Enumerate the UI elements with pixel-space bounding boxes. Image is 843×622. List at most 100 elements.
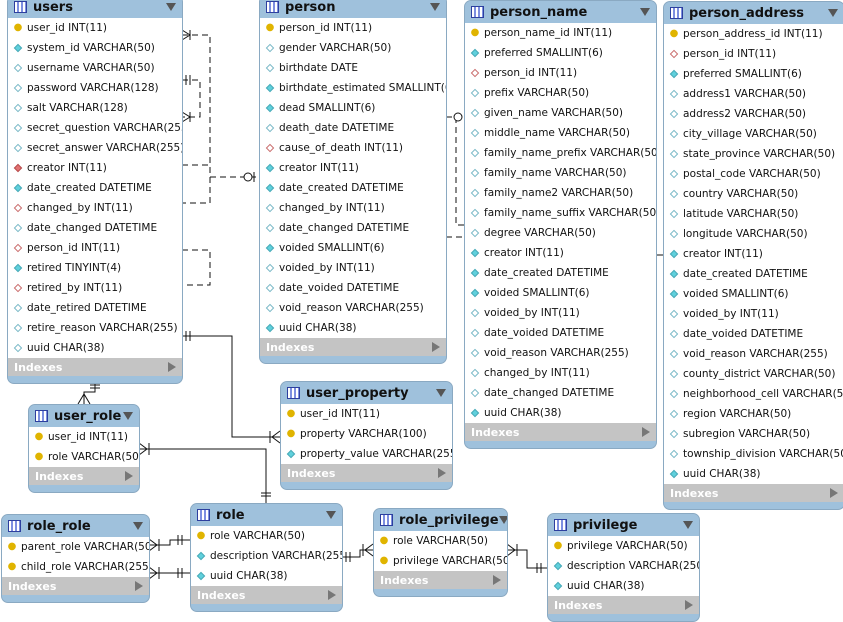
column-row[interactable]: address2 VARCHAR(50)	[664, 104, 843, 124]
column-row[interactable]: property_value VARCHAR(255)	[281, 444, 452, 464]
indexes-section[interactable]: Indexes	[548, 596, 699, 614]
column-row[interactable]: description VARCHAR(255)	[191, 546, 342, 566]
indexes-section[interactable]: Indexes	[374, 571, 507, 589]
table-users[interactable]: users ● user_id INT(11) system_id VARCHAR(5…	[7, 0, 183, 384]
indexes-section[interactable]: Indexes	[281, 464, 452, 482]
table-role[interactable]: role ● role VARCHAR(50) description VARCHAR…	[190, 503, 343, 612]
collapse-triangle-icon[interactable]	[133, 522, 143, 530]
column-row[interactable]: date_retired DATETIME	[8, 298, 182, 318]
column-row[interactable]: subregion VARCHAR(50)	[664, 424, 843, 444]
column-row[interactable]: uuid CHAR(38)	[548, 576, 699, 596]
column-row[interactable]: date_changed DATETIME	[465, 383, 656, 403]
collapse-triangle-icon[interactable]	[828, 9, 838, 17]
collapse-triangle-icon[interactable]	[430, 3, 440, 11]
indexes-section[interactable]: Indexes	[465, 423, 656, 441]
column-row[interactable]: death_date DATETIME	[260, 118, 446, 138]
column-row[interactable]: retire_reason VARCHAR(255)	[8, 318, 182, 338]
column-row[interactable]: address1 VARCHAR(50)	[664, 84, 843, 104]
column-row[interactable]: ● role VARCHAR(50)	[191, 526, 342, 546]
table-header[interactable]: role_privilege	[374, 509, 507, 531]
column-row[interactable]: date_voided DATETIME	[260, 278, 446, 298]
column-row[interactable]: void_reason VARCHAR(255)	[664, 344, 843, 364]
column-row[interactable]: creator INT(11)	[260, 158, 446, 178]
table-role-privilege[interactable]: role_privilege ● role VARCHAR(50) ● privileg…	[373, 508, 508, 597]
column-row[interactable]: family_name2 VARCHAR(50)	[465, 183, 656, 203]
column-row[interactable]: middle_name VARCHAR(50)	[465, 123, 656, 143]
column-row[interactable]: preferred SMALLINT(6)	[664, 64, 843, 84]
column-row[interactable]: date_created DATETIME	[260, 178, 446, 198]
column-row[interactable]: password VARCHAR(128)	[8, 78, 182, 98]
column-row[interactable]: void_reason VARCHAR(255)	[260, 298, 446, 318]
table-header[interactable]: person_name	[465, 1, 656, 23]
column-row[interactable]: country VARCHAR(50)	[664, 184, 843, 204]
indexes-section[interactable]: Indexes	[191, 586, 342, 604]
column-row[interactable]: birthdate DATE	[260, 58, 446, 78]
column-row[interactable]: date_created DATETIME	[664, 264, 843, 284]
column-row[interactable]: birthdate_estimated SMALLINT(6)	[260, 78, 446, 98]
column-row[interactable]: ● person_name_id INT(11)	[465, 23, 656, 43]
collapse-triangle-icon[interactable]	[683, 521, 693, 529]
table-header[interactable]: role	[191, 504, 342, 526]
expand-arrow-icon[interactable]	[432, 342, 440, 352]
column-row[interactable]: voided_by INT(11)	[260, 258, 446, 278]
expand-arrow-icon[interactable]	[168, 362, 176, 372]
column-row[interactable]: date_changed DATETIME	[8, 218, 182, 238]
column-row[interactable]: latitude VARCHAR(50)	[664, 204, 843, 224]
collapse-triangle-icon[interactable]	[436, 389, 446, 397]
column-row[interactable]: ● person_address_id INT(11)	[664, 24, 843, 44]
expand-arrow-icon[interactable]	[642, 427, 650, 437]
column-row[interactable]: username VARCHAR(50)	[8, 58, 182, 78]
column-row[interactable]: date_created DATETIME	[8, 178, 182, 198]
column-row[interactable]: creator INT(11)	[664, 244, 843, 264]
column-row[interactable]: person_id INT(11)	[465, 63, 656, 83]
column-row[interactable]: changed_by INT(11)	[465, 363, 656, 383]
column-row[interactable]: gender VARCHAR(50)	[260, 38, 446, 58]
column-row[interactable]: voided_by INT(11)	[465, 303, 656, 323]
table-header[interactable]: person	[260, 0, 446, 18]
column-row[interactable]: dead SMALLINT(6)	[260, 98, 446, 118]
table-person-name[interactable]: person_name ● person_name_id INT(11) prefer…	[464, 0, 657, 449]
column-row[interactable]: date_changed DATETIME	[260, 218, 446, 238]
collapse-triangle-icon[interactable]	[498, 516, 507, 524]
column-row[interactable]: ● property VARCHAR(100)	[281, 424, 452, 444]
column-row[interactable]: township_division VARCHAR(50)	[664, 444, 843, 464]
column-row[interactable]: changed_by INT(11)	[260, 198, 446, 218]
indexes-section[interactable]: Indexes	[29, 467, 139, 485]
table-user-role[interactable]: user_role ● user_id INT(11) ● role VARCHAR(5…	[28, 404, 140, 493]
column-row[interactable]: voided_by INT(11)	[664, 304, 843, 324]
column-row[interactable]: family_name_prefix VARCHAR(50)	[465, 143, 656, 163]
column-row[interactable]: secret_answer VARCHAR(255)	[8, 138, 182, 158]
expand-arrow-icon[interactable]	[685, 600, 693, 610]
column-row[interactable]: date_voided DATETIME	[465, 323, 656, 343]
column-row[interactable]: ● parent_role VARCHAR(50)	[2, 537, 149, 557]
column-row[interactable]: ● privilege VARCHAR(50)	[374, 551, 507, 571]
collapse-triangle-icon[interactable]	[123, 412, 133, 420]
table-header[interactable]: role_role	[2, 515, 149, 537]
column-row[interactable]: family_name_suffix VARCHAR(50)	[465, 203, 656, 223]
table-header[interactable]: person_address	[664, 2, 843, 24]
column-row[interactable]: city_village VARCHAR(50)	[664, 124, 843, 144]
indexes-section[interactable]: Indexes	[2, 577, 149, 595]
table-person-address[interactable]: person_address ● person_address_id INT(11)…	[663, 1, 843, 510]
column-row[interactable]: creator INT(11)	[465, 243, 656, 263]
column-row[interactable]: date_created DATETIME	[465, 263, 656, 283]
table-header[interactable]: privilege	[548, 514, 699, 536]
indexes-section[interactable]: Indexes	[8, 358, 182, 376]
column-row[interactable]: voided SMALLINT(6)	[664, 284, 843, 304]
table-person[interactable]: person ● person_id INT(11) gender VARCHAR(5…	[259, 0, 447, 364]
indexes-section[interactable]: Indexes	[664, 484, 843, 502]
expand-arrow-icon[interactable]	[830, 488, 838, 498]
column-row[interactable]: state_province VARCHAR(50)	[664, 144, 843, 164]
column-row[interactable]: system_id VARCHAR(50)	[8, 38, 182, 58]
collapse-triangle-icon[interactable]	[640, 8, 650, 16]
column-row[interactable]: retired_by INT(11)	[8, 278, 182, 298]
column-row[interactable]: uuid CHAR(38)	[664, 464, 843, 484]
column-row[interactable]: person_id INT(11)	[8, 238, 182, 258]
table-header[interactable]: user_property	[281, 382, 452, 404]
column-row[interactable]: given_name VARCHAR(50)	[465, 103, 656, 123]
table-header[interactable]: user_role	[29, 405, 139, 427]
column-row[interactable]: ● user_id INT(11)	[29, 427, 139, 447]
column-row[interactable]: uuid CHAR(38)	[260, 318, 446, 338]
column-row[interactable]: ● user_id INT(11)	[281, 404, 452, 424]
column-row[interactable]: uuid CHAR(38)	[191, 566, 342, 586]
